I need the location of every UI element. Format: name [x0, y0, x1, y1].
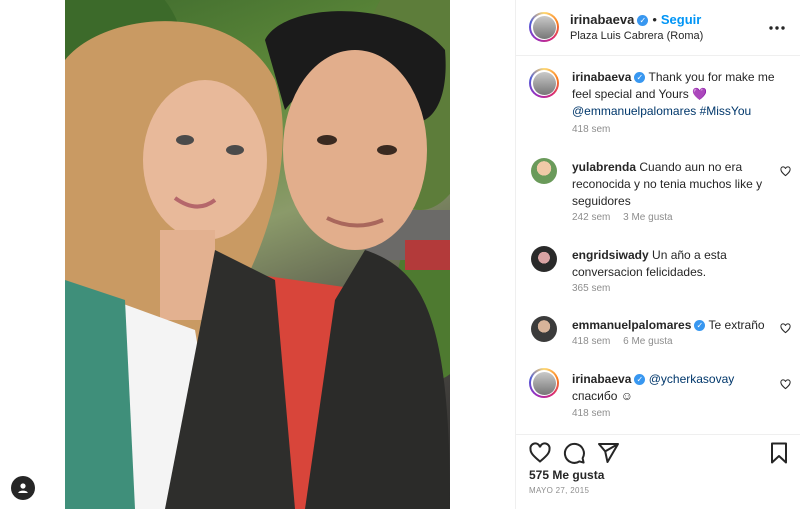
profile-avatar-icon[interactable] — [11, 476, 35, 500]
post-header: irinabaeva ✓ • Seguir Plaza Luis Cabrera (R… — [516, 0, 800, 56]
comment-mention[interactable]: @ycherkasovay — [649, 372, 735, 386]
comment-like-icon[interactable] — [780, 323, 791, 334]
likes-count[interactable]: 575 Me gusta — [529, 468, 604, 482]
verified-badge-icon: ✓ — [634, 72, 646, 83]
comment-username[interactable]: engridsiwady — [572, 248, 649, 262]
author-username[interactable]: irinabaeva — [570, 12, 634, 27]
comment-meta: 418 sem 6 Me gusta — [572, 336, 683, 347]
paper-plane-icon[interactable] — [596, 441, 620, 465]
comment-likes[interactable]: 3 Me gusta — [623, 212, 672, 223]
comment-username[interactable]: irinabaeva — [572, 372, 631, 386]
more-options-icon[interactable] — [767, 18, 787, 38]
comment-meta: 418 sem — [572, 408, 620, 419]
comment-text: engridsiwady Un año a esta conversacion … — [572, 247, 777, 281]
post-panel: irinabaeva ✓ • Seguir Plaza Luis Cabrera (R… — [515, 0, 800, 509]
comment-body: Te extraño — [708, 318, 765, 332]
post-location[interactable]: Plaza Luis Cabrera (Roma) — [570, 30, 703, 42]
comment-bubble-icon[interactable] — [562, 441, 586, 465]
bookmark-icon[interactable] — [767, 441, 791, 465]
caption-time[interactable]: 418 sem — [572, 124, 610, 135]
comment-like-icon[interactable] — [780, 379, 791, 390]
comment-avatar[interactable] — [531, 316, 557, 342]
comment-likes[interactable]: 6 Me gusta — [623, 336, 672, 347]
caption-mention[interactable]: @emmanuelpalomares — [572, 104, 696, 118]
comment-text: emmanuelpalomares ✓ Te extraño — [572, 317, 777, 334]
comment-time[interactable]: 365 sem — [572, 283, 610, 294]
comment-meta: 242 sem 3 Me gusta — [572, 212, 683, 223]
verified-badge-icon: ✓ — [637, 15, 649, 26]
comment-avatar[interactable] — [531, 246, 557, 272]
follow-button[interactable]: Seguir — [661, 12, 701, 27]
comment-meta: 365 sem — [572, 283, 620, 294]
comment-time[interactable]: 418 sem — [572, 336, 610, 347]
comment-text: yulabrenda Cuando aun no era reconocida … — [572, 159, 777, 210]
comment-text: irinabaeva ✓ @ycherkasovay спасибо ☺ — [572, 371, 777, 405]
photo-illustration — [65, 0, 450, 509]
comment-body: спасибо ☺ — [572, 389, 634, 403]
comment-username[interactable]: emmanuelpalomares — [572, 318, 691, 332]
caption-hashtag[interactable]: #MissYou — [700, 104, 752, 118]
caption-avatar[interactable] — [529, 68, 559, 98]
post-photo[interactable] — [65, 0, 450, 509]
caption-username[interactable]: irinabaeva — [572, 70, 631, 84]
comments-list: irinabaeva ✓ Thank you for make me feel s… — [516, 56, 800, 434]
separator-dot: • — [652, 12, 657, 27]
caption-meta: 418 sem — [572, 124, 620, 135]
comment-time[interactable]: 418 sem — [572, 408, 610, 419]
caption-emoji: 💜 — [692, 87, 708, 101]
verified-badge-icon: ✓ — [694, 320, 706, 331]
comment-avatar[interactable] — [529, 368, 559, 398]
comment-avatar[interactable] — [531, 158, 557, 184]
author-avatar[interactable] — [529, 12, 559, 42]
comment-username[interactable]: yulabrenda — [572, 160, 636, 174]
comment-like-icon[interactable] — [780, 166, 791, 177]
photo-area — [0, 0, 515, 509]
heart-icon[interactable] — [528, 441, 552, 465]
post-actions: 575 Me gusta MAYO 27, 2015 — [516, 434, 800, 510]
comment-time[interactable]: 242 sem — [572, 212, 610, 223]
verified-badge-icon: ✓ — [634, 374, 646, 385]
caption-text: irinabaeva ✓ Thank you for make me feel s… — [572, 69, 777, 120]
post-date[interactable]: MAYO 27, 2015 — [529, 486, 589, 495]
